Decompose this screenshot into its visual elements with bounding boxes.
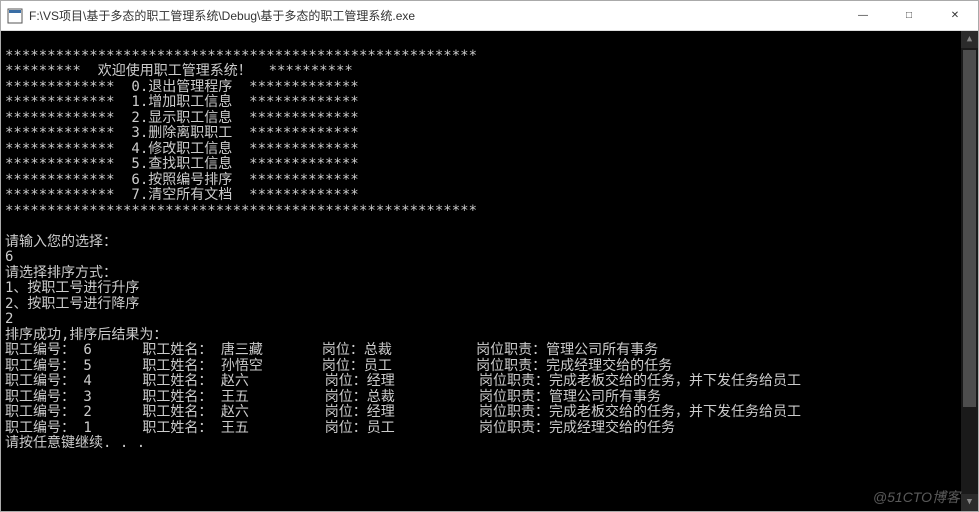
scroll-down-arrow-icon[interactable]: ▼	[961, 494, 978, 511]
window-title: F:\VS项目\基于多态的职工管理系统\Debug\基于多态的职工管理系统.ex…	[29, 7, 840, 24]
scrollbar-thumb[interactable]	[963, 50, 976, 407]
menu-border-top: ****************************************…	[5, 48, 477, 64]
menu-item-6: ************* 6.按照编号排序 *************	[5, 172, 359, 188]
user-input-sort: 2	[5, 311, 13, 327]
menu-item-2: ************* 2.显示职工信息 *************	[5, 110, 359, 126]
menu-header: ********* 欢迎使用职工管理系统！ **********	[5, 63, 353, 79]
console-output: ****************************************…	[1, 31, 978, 511]
vertical-scrollbar[interactable]: ▲ ▼	[961, 31, 978, 511]
prompt-choice: 请输入您的选择：	[5, 234, 117, 250]
menu-item-0: ************* 0.退出管理程序 *************	[5, 79, 359, 95]
press-any-key: 请按任意键继续. . .	[5, 435, 145, 451]
menu-item-3: ************* 3.删除离职职工 *************	[5, 125, 359, 141]
table-row: 职工编号： 4 职工姓名： 赵六 岗位：经理 岗位职责：完成老板交给的任务，并下…	[5, 373, 801, 389]
watermark-text: @51CTO博客	[873, 490, 960, 506]
menu-item-1: ************* 1.增加职工信息 *************	[5, 94, 359, 110]
scrollbar-track[interactable]	[961, 48, 978, 494]
user-input-choice: 6	[5, 249, 13, 265]
menu-item-4: ************* 4.修改职工信息 *************	[5, 141, 359, 157]
app-icon	[7, 8, 23, 24]
maximize-button[interactable]: □	[886, 1, 932, 30]
titlebar: F:\VS项目\基于多态的职工管理系统\Debug\基于多态的职工管理系统.ex…	[1, 1, 978, 31]
minimize-button[interactable]: —	[840, 1, 886, 30]
console-window: F:\VS项目\基于多态的职工管理系统\Debug\基于多态的职工管理系统.ex…	[0, 0, 979, 512]
prompt-sort-mode: 请选择排序方式：	[5, 265, 117, 281]
menu-item-7: ************* 7.清空所有文档 *************	[5, 187, 359, 203]
table-row: 职工编号： 1 职工姓名： 王五 岗位：员工 岗位职责：完成经理交给的任务	[5, 420, 675, 436]
table-row: 职工编号： 6 职工姓名： 唐三藏 岗位：总裁 岗位职责：管理公司所有事务	[5, 342, 658, 358]
table-row: 职工编号： 2 职工姓名： 赵六 岗位：经理 岗位职责：完成老板交给的任务，并下…	[5, 404, 801, 420]
scroll-up-arrow-icon[interactable]: ▲	[961, 31, 978, 48]
menu-item-5: ************* 5.查找职工信息 *************	[5, 156, 359, 172]
table-row: 职工编号： 3 职工姓名： 王五 岗位：总裁 岗位职责：管理公司所有事务	[5, 389, 661, 405]
window-controls: — □ ✕	[840, 1, 978, 30]
close-button[interactable]: ✕	[932, 1, 978, 30]
table-row: 职工编号： 5 职工姓名： 孙悟空 岗位：员工 岗位职责：完成经理交给的任务	[5, 358, 672, 374]
sort-option-desc: 2、按职工号进行降序	[5, 296, 139, 312]
sort-option-asc: 1、按职工号进行升序	[5, 280, 139, 296]
menu-border-bottom: ****************************************…	[5, 203, 477, 219]
result-header: 排序成功,排序后结果为：	[5, 327, 167, 343]
